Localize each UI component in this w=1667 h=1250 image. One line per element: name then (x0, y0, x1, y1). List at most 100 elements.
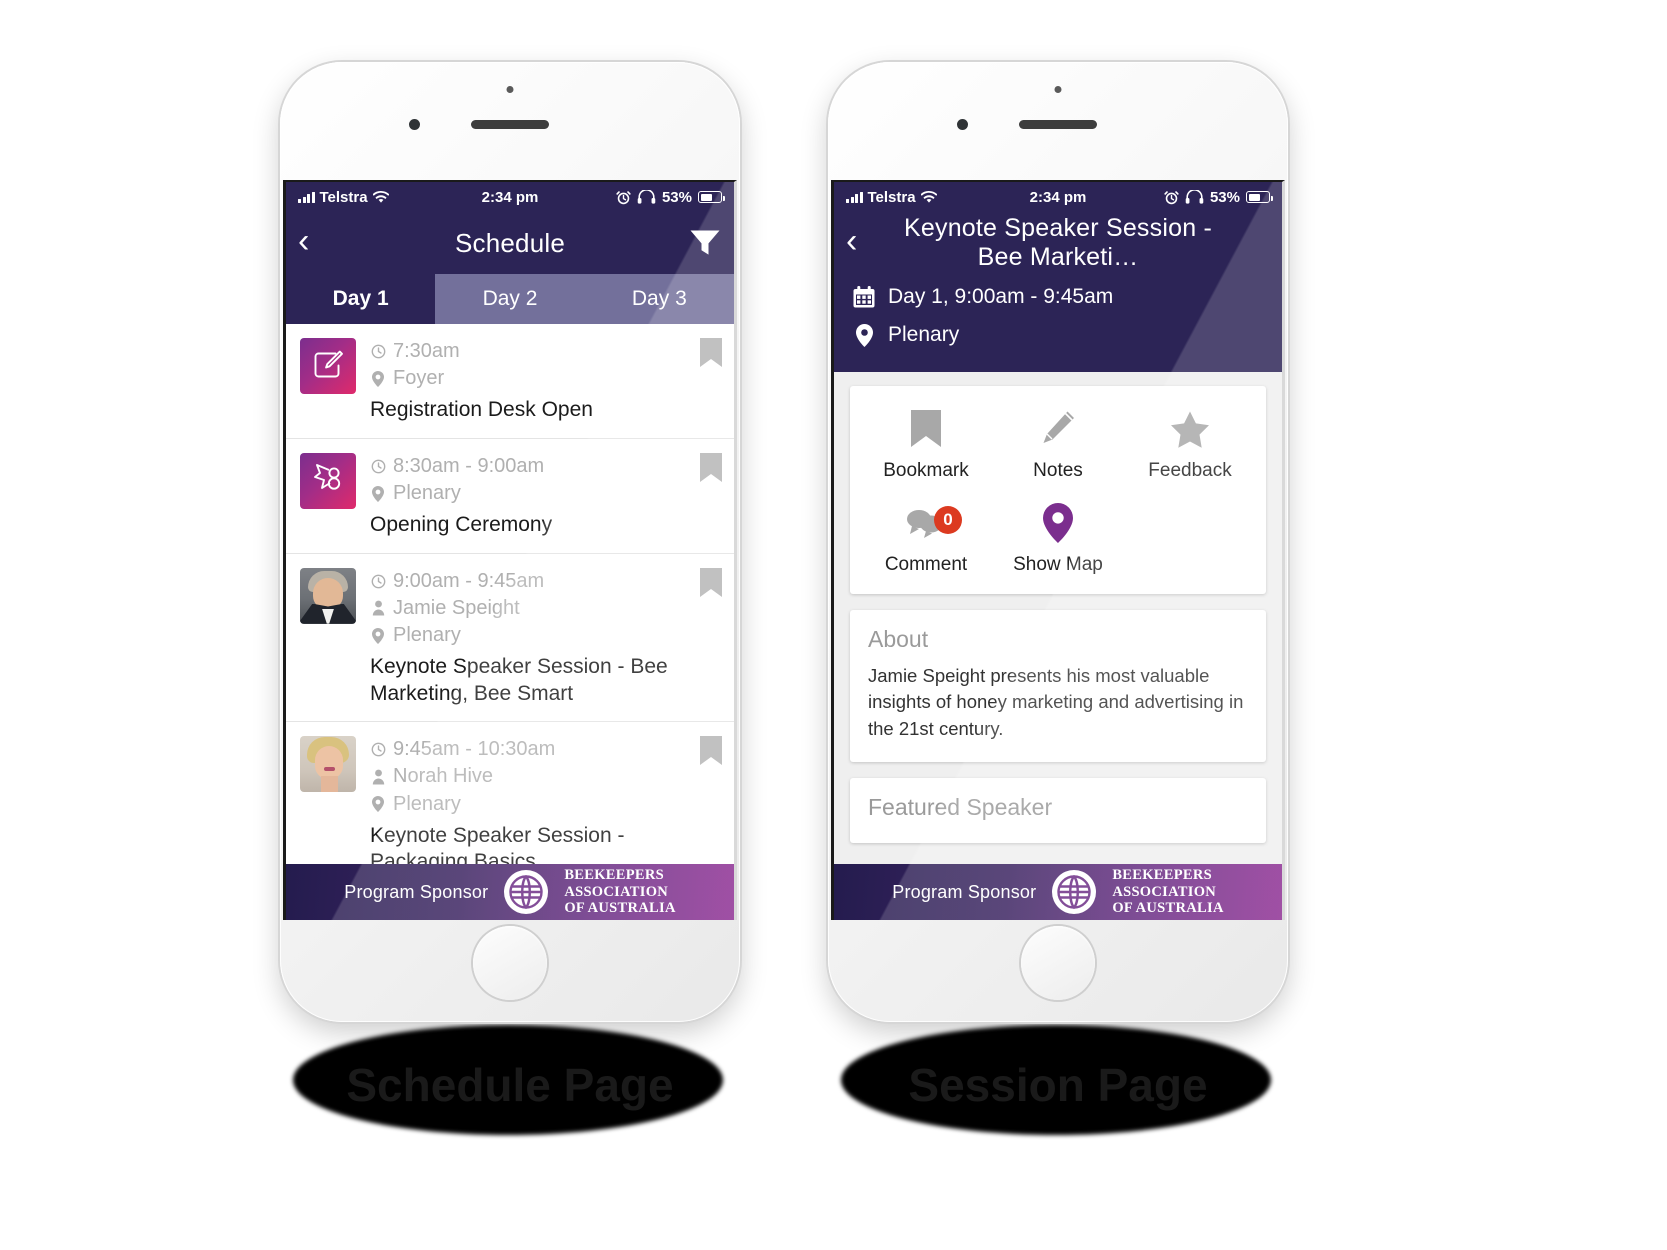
about-text: Jamie Speight presents his most valuable… (868, 665, 1244, 739)
session-location-row: Plenary (852, 316, 1282, 354)
session-time: 9:45am - 10:30am (393, 738, 556, 761)
schedule-list-item[interactable]: 8:30am - 9:00am Plenary Opening Ceremony (286, 439, 734, 554)
session-actions-card: Bookmark Notes Feedback 0 Comment Show M… (850, 386, 1266, 594)
action-comment[interactable]: 0 Comment (860, 502, 992, 576)
session-title: Opening Ceremony (370, 513, 553, 537)
session-location: Plenary (393, 624, 461, 647)
map-pin-icon (370, 627, 386, 644)
front-camera-icon (956, 119, 968, 130)
ceremony-ribbon-icon (314, 463, 341, 490)
caption-session-page: Session Page (908, 1059, 1208, 1111)
sponsor-bar[interactable]: Program Sponsor BEEKEEPERS ASSOCIATION O… (286, 864, 734, 920)
session-location: Foyer (393, 367, 445, 390)
session-datetime-row: Day 1, 9:00am - 9:45am (852, 278, 1282, 316)
page-title: Schedule (454, 227, 566, 258)
session-location-row: Plenary (370, 480, 694, 507)
schedule-navbar: ‹ Schedule (286, 212, 734, 274)
session-time-row: 8:30am - 9:00am (370, 453, 694, 480)
session-speaker: Jamie Speight (393, 596, 520, 619)
proximity-sensor-icon (506, 86, 514, 93)
about-heading: About (868, 626, 929, 652)
pencil-icon (1040, 408, 1076, 450)
battery-icon (1246, 191, 1273, 203)
sponsor-bar[interactable]: Program Sponsor BEEKEEPERS ASSOCIATION O… (834, 864, 1282, 920)
session-time-row: 9:45am - 10:30am (370, 736, 694, 763)
session-thumbnail (300, 567, 356, 624)
sponsor-name: BEEKEEPERS ASSOCIATION OF AUSTRALIA (564, 867, 675, 917)
session-meta: Day 1, 9:00am - 9:45am Plenary (834, 274, 1282, 372)
back-button[interactable]: ‹ (846, 224, 880, 258)
session-title: Registration Desk Open (370, 398, 593, 422)
featured-speaker-card[interactable]: Featured Speaker (850, 777, 1266, 843)
action-bookmark[interactable]: Bookmark (860, 408, 992, 482)
star-icon (1170, 408, 1210, 450)
home-button[interactable] (473, 926, 547, 1000)
action-notes[interactable]: Notes (992, 408, 1124, 482)
bookmark-icon[interactable] (700, 567, 722, 603)
session-navbar: ‹ Keynote Speaker Session - Bee Marketi… (834, 212, 1282, 274)
tab-day-3[interactable]: Day 3 (584, 274, 734, 324)
bookmark-icon[interactable] (700, 736, 722, 771)
caption-schedule-page: Schedule Page (346, 1059, 674, 1111)
about-card: About Jamie Speight presents his most va… (850, 610, 1266, 762)
clock-icon (370, 574, 386, 589)
phone-device-session: Telstra 2:34 pm 53% ‹ Keynote Speaker Se… (828, 62, 1288, 1022)
bookmark-icon[interactable] (700, 338, 722, 373)
filter-funnel-icon (690, 230, 720, 255)
action-show-map[interactable]: Show Map (992, 502, 1124, 576)
session-time: 8:30am - 9:00am (393, 454, 545, 477)
comment-icon: 0 (906, 502, 962, 544)
sponsor-name-line1: BEEKEEPERS (1112, 866, 1213, 883)
schedule-list-item[interactable]: 7:30am Foyer Registration Desk Open (286, 324, 734, 439)
schedule-list-item[interactable]: 9:00am - 9:45am Jamie Speight Plenary Ke… (286, 554, 734, 723)
page-title: Keynote Speaker Session - Bee Marketi… (904, 213, 1212, 272)
clock-icon (370, 459, 386, 474)
tab-day-2[interactable]: Day 2 (435, 274, 585, 324)
action-label: Bookmark (883, 460, 969, 481)
speaker-photo-male (300, 567, 356, 624)
comparison-stage: Telstra 2:34 pm 53% ‹ Schedule Day 1 Day… (0, 0, 1667, 1250)
map-pin-icon (370, 370, 386, 387)
action-label: Feedback (1148, 460, 1232, 481)
alarm-clock-icon (616, 190, 631, 204)
calendar-icon (852, 285, 876, 309)
sponsor-name-line3: OF AUSTRALIA (1112, 900, 1224, 917)
tab-day-1[interactable]: Day 1 (286, 274, 436, 324)
sponsor-label: Program Sponsor (344, 881, 489, 902)
clock-icon (370, 742, 386, 757)
session-actions-grid: Bookmark Notes Feedback 0 Comment Show M… (860, 408, 1256, 576)
action-label: Notes (1033, 460, 1083, 481)
beekeepers-globe-logo (1052, 870, 1097, 914)
phone-device-schedule: Telstra 2:34 pm 53% ‹ Schedule Day 1 Day… (280, 62, 740, 1022)
map-pin-icon (1043, 502, 1073, 544)
battery-percent-label: 53% (1209, 188, 1240, 206)
action-feedback[interactable]: Feedback (1124, 408, 1256, 482)
session-title: Keynote Speaker Session - Bee Marketing,… (370, 655, 668, 705)
session-speaker-row: Norah Hive (370, 763, 694, 790)
earpiece-speaker (1019, 120, 1097, 129)
session-location: Plenary (393, 482, 461, 505)
filter-button[interactable] (688, 228, 722, 258)
back-button[interactable]: ‹ (298, 224, 332, 258)
action-label: Comment (884, 554, 968, 575)
status-bar: Telstra 2:34 pm 53% (834, 182, 1282, 212)
bookmark-icon[interactable] (700, 452, 722, 488)
schedule-list: 7:30am Foyer Registration Desk Open 8:30… (286, 324, 734, 891)
person-icon (370, 600, 386, 616)
action-label: Show Map (1013, 554, 1103, 575)
map-pin-icon (370, 485, 386, 502)
featured-speaker-heading: Featured Speaker (868, 793, 1053, 820)
headphones-icon (1185, 190, 1204, 204)
session-time: 7:30am (393, 340, 460, 362)
clock-icon (370, 344, 386, 359)
sponsor-name-line2: ASSOCIATION (564, 883, 669, 900)
session-time: 9:00am - 9:45am (393, 569, 545, 592)
home-button[interactable] (1021, 926, 1095, 1000)
headphones-icon (637, 190, 656, 204)
session-time-row: 9:00am - 9:45am (370, 568, 694, 595)
sponsor-name-line2: ASSOCIATION (1112, 883, 1217, 900)
schedule-screen: Telstra 2:34 pm 53% ‹ Schedule Day 1 Day… (283, 180, 737, 920)
session-time-row: 7:30am (370, 338, 694, 365)
session-thumbnail (300, 452, 356, 509)
session-content: Bookmark Notes Feedback 0 Comment Show M… (834, 372, 1282, 918)
